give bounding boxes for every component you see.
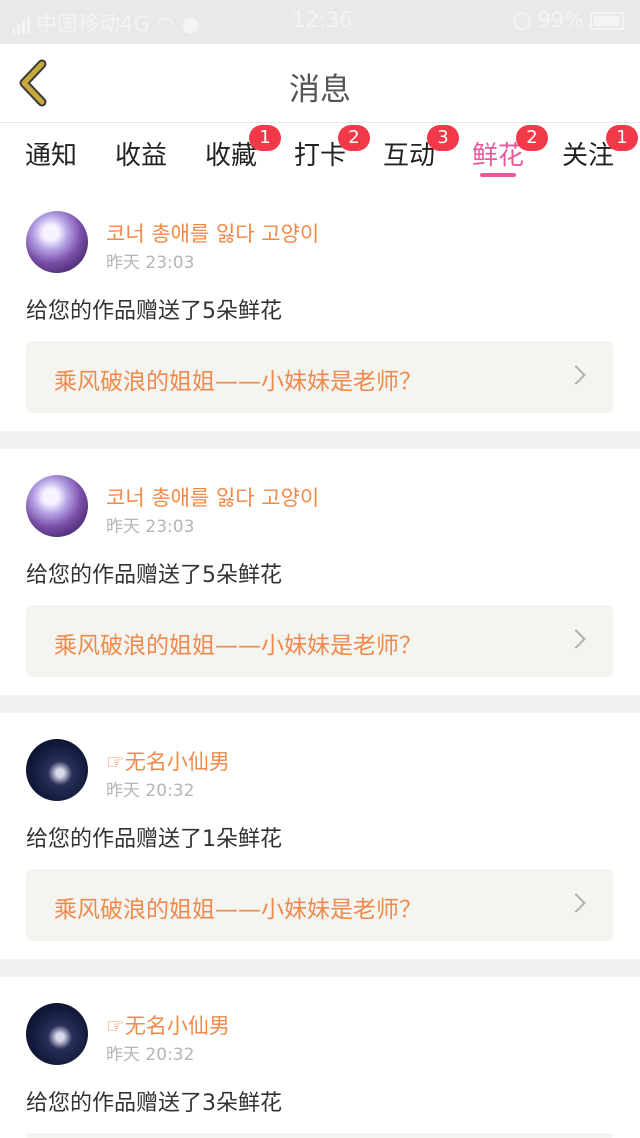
chevron-right-icon (566, 629, 586, 649)
tab-earnings[interactable]: 收益 (101, 131, 181, 179)
avatar[interactable] (26, 1003, 88, 1065)
timestamp: 昨天 23:03 (106, 253, 195, 273)
tab-badge: 1 (249, 125, 281, 151)
status-left: 中国移动4G ◠ ● (12, 8, 200, 38)
work-link[interactable]: 乘风破浪的姐姐——小妹妹是老师？ (26, 341, 613, 413)
wifi-icon: ◠ (156, 12, 175, 36)
message-text: 给您的作品赠送了3朵鲜花 (26, 1091, 282, 1116)
message-text: 给您的作品赠送了5朵鲜花 (26, 299, 282, 324)
timestamp: 昨天 23:03 (106, 517, 195, 537)
work-title: 乘风破浪的姐姐——小妹妹是老师？ (54, 633, 422, 659)
user-name[interactable]: 코너 총애를 잃다 고양이 (106, 218, 319, 248)
tab-favorites[interactable]: 收藏 1 (191, 125, 281, 179)
message-icon: ● (181, 12, 200, 36)
status-time: 12:36 (292, 8, 353, 32)
carrier-label: 中国移动4G (36, 12, 150, 36)
avatar[interactable] (26, 211, 88, 273)
tab-checkin[interactable]: 打卡 2 (280, 125, 370, 179)
nav-header: 消息 (0, 44, 640, 123)
battery-icon (590, 12, 624, 30)
tab-label: 收益 (114, 141, 167, 171)
avatar[interactable] (26, 475, 88, 537)
signal-icon (12, 16, 30, 34)
active-tab-indicator (480, 173, 516, 177)
chevron-right-icon (566, 365, 586, 385)
work-link[interactable]: 乘风破浪的姐姐——小妹妹是老师？ (26, 869, 613, 941)
tab-badge: 1 (606, 125, 638, 151)
tab-notifications[interactable]: 通知 (11, 131, 91, 179)
mute-icon (513, 12, 532, 30)
tab-interactions[interactable]: 互动 3 (369, 125, 459, 179)
timestamp: 昨天 20:32 (106, 1045, 195, 1065)
user-name[interactable]: ☞无名小仙男 (106, 1010, 230, 1040)
tab-follows[interactable]: 关注 1 (548, 125, 638, 179)
avatar[interactable] (26, 739, 88, 801)
list-item: 코너 총애를 잃다 고양이 昨天 23:03 给您的作品赠送了5朵鲜花 乘风破浪… (0, 449, 640, 699)
tab-bar: 通知 收益 收藏 1 打卡 2 互动 3 鲜花 2 关注 1 (0, 123, 640, 181)
divider (0, 959, 640, 977)
divider (0, 695, 640, 713)
page-title: 消息 (289, 72, 351, 108)
work-title: 乘风破浪的姐姐——小妹妹是老师？ (54, 369, 422, 395)
timestamp: 昨天 20:32 (106, 781, 195, 801)
tab-badge: 2 (338, 125, 370, 151)
user-name[interactable]: 코너 총애를 잃다 고양이 (106, 482, 319, 512)
tab-label: 通知 (24, 141, 77, 171)
message-text: 给您的作品赠送了5朵鲜花 (26, 563, 282, 588)
work-title: 乘风破浪的姐姐——小妹妹是老师？ (54, 897, 422, 923)
tab-badge: 2 (516, 125, 548, 151)
tab-flowers[interactable]: 鲜花 2 (458, 125, 548, 179)
chevron-right-icon (566, 893, 586, 913)
work-link[interactable]: 乘风破浪的姐姐——小妹妹是老师？ (26, 605, 613, 677)
battery-label: 99% (537, 8, 584, 32)
divider (0, 431, 640, 449)
list-item: ☞无名小仙男 昨天 20:32 给您的作品赠送了1朵鲜花 乘风破浪的姐姐——小妹… (0, 713, 640, 963)
message-text: 给您的作品赠送了1朵鲜花 (26, 827, 282, 852)
list-item: ☞无名小仙男 昨天 20:32 给您的作品赠送了3朵鲜花 (0, 977, 640, 1138)
list-item: 코너 총애를 잃다 고양이 昨天 23:03 给您的作品赠送了5朵鲜花 乘风破浪… (0, 181, 640, 431)
work-link[interactable] (26, 1133, 613, 1138)
status-right: 99% (513, 8, 624, 32)
user-name[interactable]: ☞无名小仙男 (106, 746, 230, 776)
status-bar: 中国移动4G ◠ ● 12:36 99% (0, 0, 640, 44)
tab-badge: 3 (427, 125, 459, 151)
